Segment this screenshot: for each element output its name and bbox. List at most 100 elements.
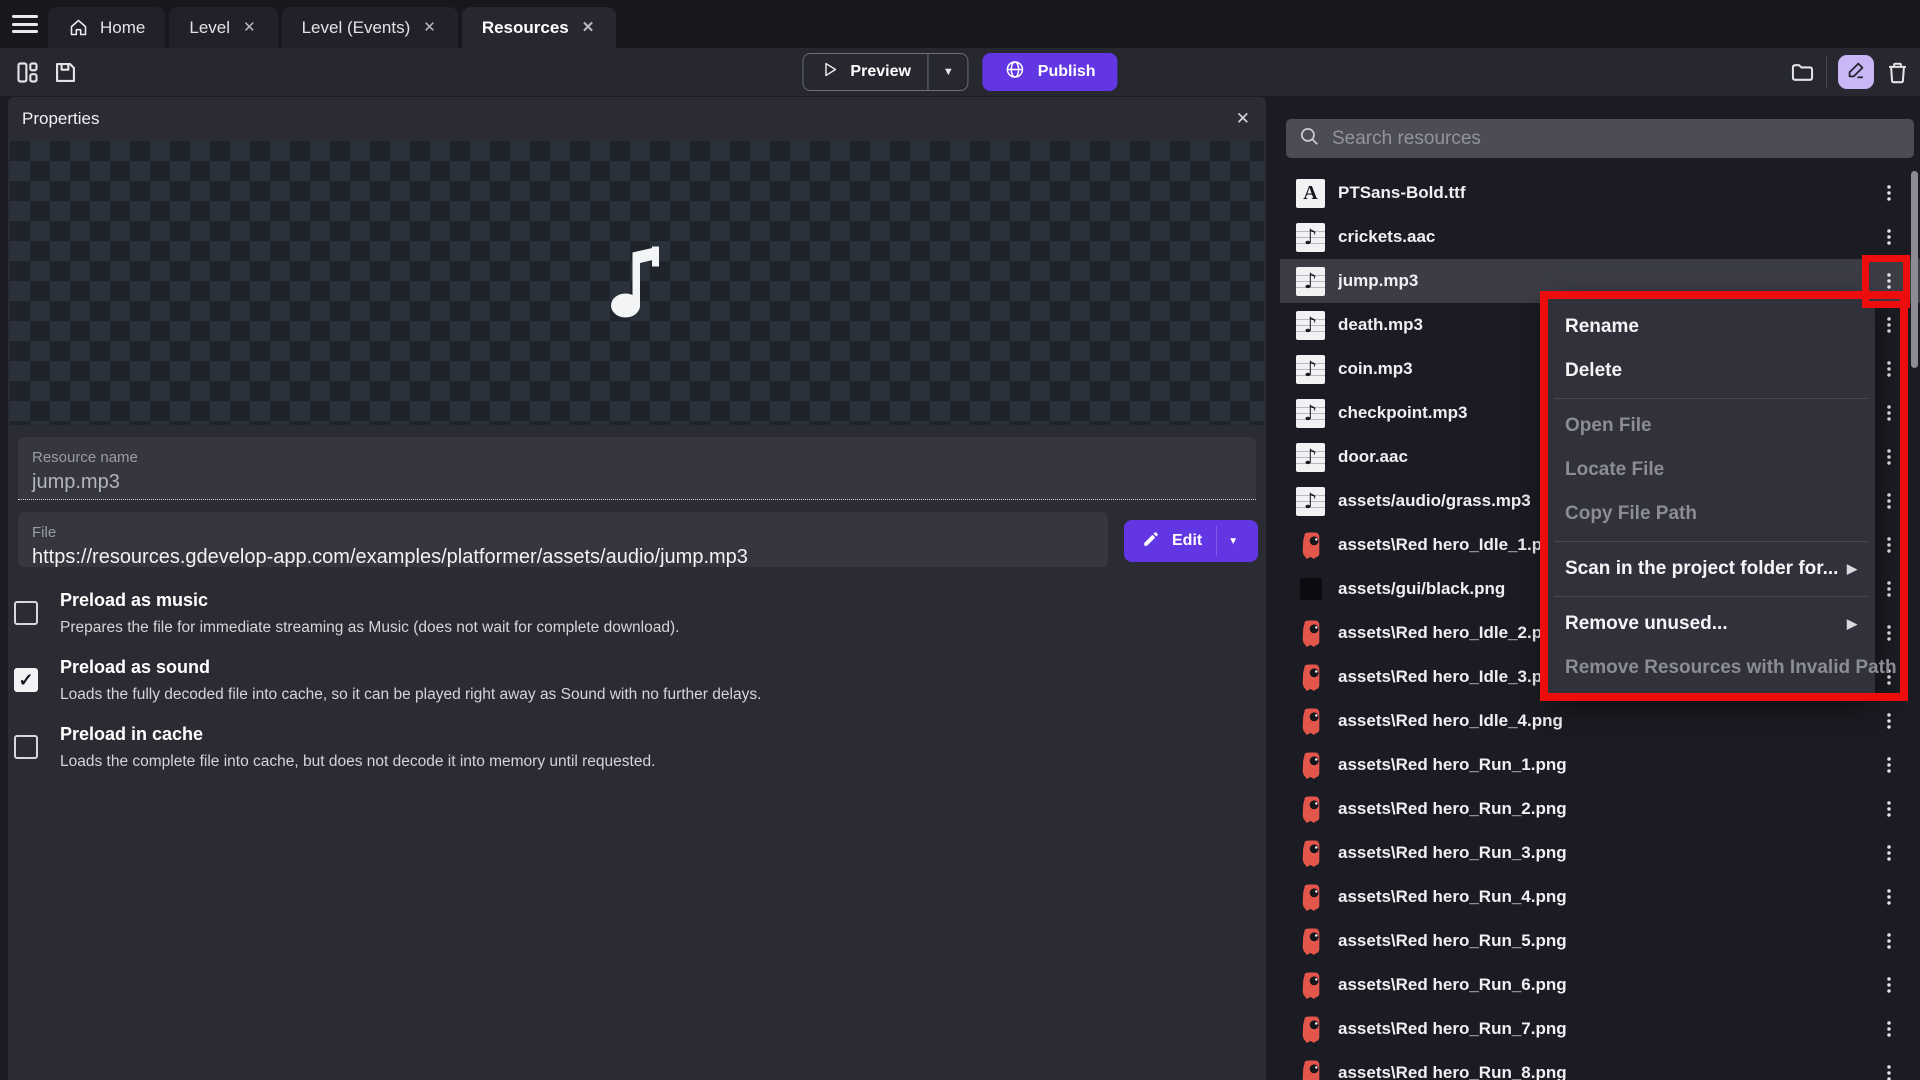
edit-mode-button[interactable]	[1838, 55, 1874, 89]
resource-name: assets\Red hero_Run_1.png	[1338, 755, 1874, 775]
option-description: Loads the complete file into cache, but …	[60, 753, 1214, 771]
tab-resources[interactable]: Resources ✕	[462, 7, 617, 48]
search-input[interactable]	[1332, 128, 1902, 150]
menu-divider	[1554, 541, 1867, 542]
sprite-thumbnail-icon	[1296, 927, 1325, 956]
tab-bar: HomeLevel✕Level (Events)✕Resources✕	[48, 7, 616, 48]
kebab-menu-icon[interactable]	[1874, 842, 1904, 864]
menu-item-label: Rename	[1565, 316, 1639, 338]
preview-button[interactable]: Preview ▼	[802, 53, 968, 91]
resource-row[interactable]: A PTSans-Bold.ttf	[1280, 171, 1920, 215]
kebab-menu-icon[interactable]	[1874, 314, 1904, 336]
kebab-menu-icon[interactable]	[1874, 358, 1904, 380]
kebab-menu-icon[interactable]	[1874, 1062, 1904, 1080]
scrollbar-thumb[interactable]	[1911, 171, 1918, 368]
kebab-menu-icon[interactable]	[1874, 710, 1904, 732]
kebab-menu-icon[interactable]	[1874, 446, 1904, 468]
audio-file-icon: ♪	[1296, 267, 1325, 296]
kebab-menu-icon[interactable]	[1874, 270, 1904, 292]
menu-item-label: Locate File	[1565, 459, 1664, 481]
kebab-menu-icon[interactable]	[1874, 534, 1904, 556]
search-bar	[1286, 119, 1914, 158]
sprite-thumbnail-icon	[1296, 751, 1325, 780]
tab-label: Resources	[482, 18, 569, 38]
trash-icon[interactable]	[1884, 59, 1911, 86]
font-file-icon: A	[1296, 179, 1325, 208]
edit-dropdown-button[interactable]: ▼	[1217, 520, 1249, 562]
resource-name-field[interactable]: Resource name jump.mp3	[18, 437, 1256, 500]
resource-name: assets\Red hero_Run_2.png	[1338, 799, 1874, 819]
kebab-menu-icon[interactable]	[1874, 754, 1904, 776]
resource-name: assets\Red hero_Run_5.png	[1338, 931, 1874, 951]
toolbar: Preview ▼ Publish	[0, 48, 1920, 96]
option-label: Preload as music	[60, 590, 1214, 612]
resource-row[interactable]: assets\Red hero_Run_3.png	[1280, 831, 1920, 875]
menu-item-delete[interactable]: Delete	[1546, 349, 1875, 393]
kebab-menu-icon[interactable]	[1874, 402, 1904, 424]
edit-label: Edit	[1172, 532, 1202, 550]
sprite-thumbnail-icon	[1296, 531, 1325, 560]
menu-item-rename[interactable]: Rename	[1546, 305, 1875, 349]
context-menu: Rename Delete Open File Locate File Copy…	[1546, 297, 1875, 698]
menu-item-label: Remove Resources with Invalid Path	[1565, 657, 1897, 679]
hamburger-menu-icon[interactable]	[12, 13, 38, 35]
checkbox-checked[interactable]: ✓	[14, 668, 38, 692]
sprite-thumbnail-icon	[1296, 883, 1325, 912]
save-icon[interactable]	[52, 59, 79, 86]
option-label: Preload as sound	[60, 657, 1214, 679]
chevron-down-icon: ▼	[1228, 536, 1238, 547]
folder-icon[interactable]	[1789, 59, 1816, 86]
preview-dropdown-button[interactable]: ▼	[929, 54, 968, 90]
checkbox[interactable]	[14, 601, 38, 625]
submenu-arrow-icon: ▶	[1847, 616, 1857, 632]
resource-row[interactable]: assets\Red hero_Run_5.png	[1280, 919, 1920, 963]
checkbox[interactable]	[14, 735, 38, 759]
menu-item-remove-unused[interactable]: Remove unused... ▶	[1546, 602, 1875, 646]
file-field[interactable]: File https://resources.gdevelop-app.com/…	[18, 512, 1108, 567]
sprite-thumbnail-icon	[1296, 1015, 1325, 1044]
field-label: File	[32, 524, 1094, 541]
tab-level-events[interactable]: Level (Events)✕	[282, 7, 458, 48]
menu-item-scan-in-the-project-folder-for[interactable]: Scan in the project folder for... ▶	[1546, 547, 1875, 591]
tab-close-icon[interactable]: ✕	[580, 18, 597, 37]
kebab-menu-icon[interactable]	[1874, 798, 1904, 820]
menu-item-label: Scan in the project folder for...	[1565, 558, 1838, 580]
resource-row[interactable]: assets\Red hero_Run_4.png	[1280, 875, 1920, 919]
kebab-menu-icon[interactable]	[1874, 974, 1904, 996]
chevron-down-icon: ▼	[943, 66, 954, 78]
top-bar: HomeLevel✕Level (Events)✕Resources✕	[0, 0, 1920, 48]
audio-file-icon: ♪	[1296, 223, 1325, 252]
menu-item-open-file: Open File	[1546, 404, 1875, 448]
resource-name: assets\Red hero_Run_4.png	[1338, 887, 1874, 907]
resource-row[interactable]: assets\Red hero_Run_1.png	[1280, 743, 1920, 787]
sprite-thumbnail-icon	[1296, 619, 1325, 648]
edit-button[interactable]: Edit ▼	[1124, 520, 1258, 562]
preload-option: Preload as music Prepares the file for i…	[14, 590, 1214, 637]
kebab-menu-icon[interactable]	[1874, 930, 1904, 952]
kebab-menu-icon[interactable]	[1874, 226, 1904, 248]
kebab-menu-icon[interactable]	[1874, 578, 1904, 600]
tab-level[interactable]: Level ✕	[169, 7, 277, 48]
resource-row[interactable]: assets\Red hero_Run_8.png	[1280, 1051, 1920, 1080]
tab-close-icon[interactable]: ✕	[241, 18, 258, 37]
kebab-menu-icon[interactable]	[1874, 622, 1904, 644]
resource-row[interactable]: assets\Red hero_Run_6.png	[1280, 963, 1920, 1007]
kebab-menu-icon[interactable]	[1874, 886, 1904, 908]
publish-button[interactable]: Publish	[983, 53, 1118, 91]
resource-row[interactable]: assets\Red hero_Idle_4.png	[1280, 699, 1920, 743]
tab-home[interactable]: Home	[48, 7, 165, 48]
kebab-menu-icon[interactable]	[1874, 182, 1904, 204]
kebab-menu-icon[interactable]	[1874, 1018, 1904, 1040]
resource-row[interactable]: assets\Red hero_Run_2.png	[1280, 787, 1920, 831]
kebab-menu-icon[interactable]	[1874, 490, 1904, 512]
tab-close-icon[interactable]: ✕	[421, 18, 438, 37]
panels-layout-icon[interactable]	[14, 59, 41, 86]
file-url-value: https://resources.gdevelop-app.com/examp…	[32, 546, 1094, 569]
close-icon[interactable]: ✕	[1232, 107, 1254, 131]
resource-row[interactable]: ♪ crickets.aac	[1280, 215, 1920, 259]
pencil-icon	[1142, 530, 1160, 553]
resource-row[interactable]: assets\Red hero_Run_7.png	[1280, 1007, 1920, 1051]
tab-label: Level	[189, 18, 230, 38]
menu-item-label: Delete	[1565, 360, 1622, 382]
option-label: Preload in cache	[60, 724, 1214, 746]
